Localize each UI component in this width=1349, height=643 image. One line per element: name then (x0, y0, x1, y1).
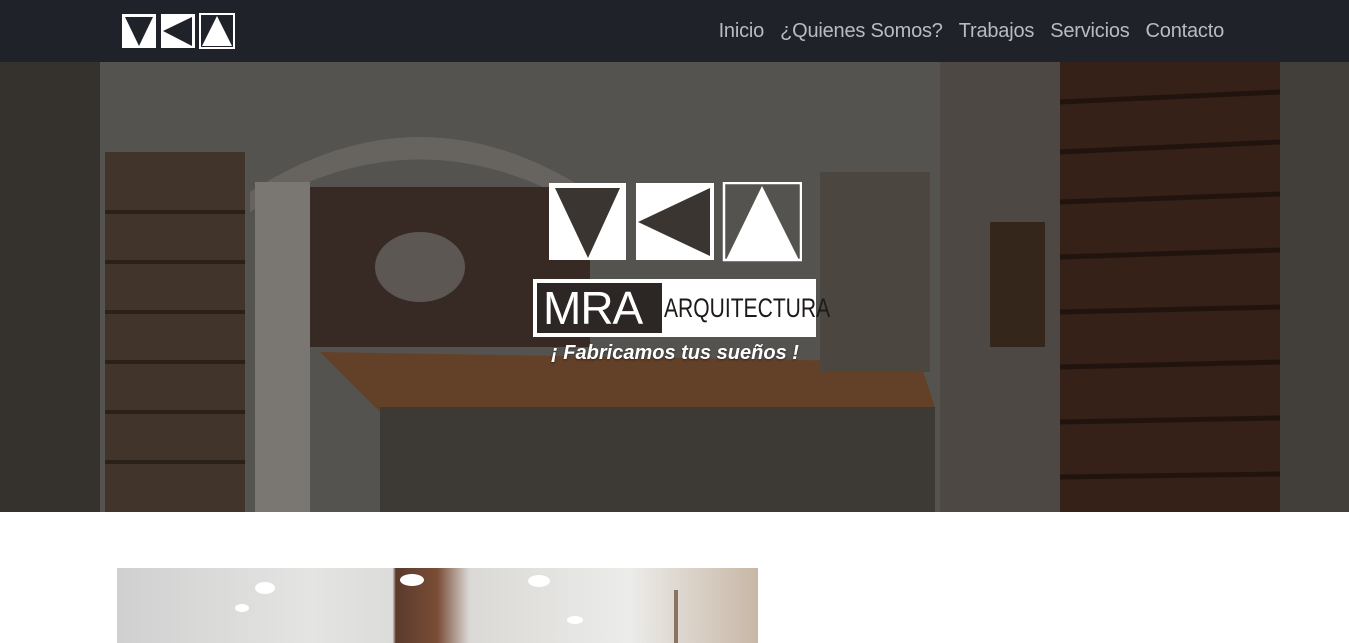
hero-banner: MRA ARQUITECTURA ¡ Fabricamos tus sueños… (0, 62, 1349, 512)
nav-link-inicio[interactable]: Inicio (719, 20, 765, 43)
nav-link-trabajos[interactable]: Trabajos (959, 20, 1035, 43)
vka-triangles-logo-icon (122, 13, 235, 49)
nav-link-contacto[interactable]: Contacto (1146, 20, 1225, 43)
brand-name-mra: MRA (537, 283, 662, 333)
nav-link-quienes-somos[interactable]: ¿Quienes Somos? (780, 20, 943, 43)
brand-name-arquitectura: ARQUITECTURA (664, 293, 831, 323)
hero-tagline: ¡ Fabricamos tus sueños ! (551, 342, 799, 364)
ceiling-lights (235, 574, 678, 643)
interior-photo (117, 568, 758, 643)
brand-name-box: MRA ARQUITECTURA (533, 279, 831, 337)
main-nav: Inicio ¿Quienes Somos? Trabajos Servicio… (703, 0, 1225, 62)
navbar: Inicio ¿Quienes Somos? Trabajos Servicio… (0, 0, 1349, 62)
vka-triangles-logo-icon (549, 182, 802, 262)
nav-link-servicios[interactable]: Servicios (1050, 20, 1130, 43)
